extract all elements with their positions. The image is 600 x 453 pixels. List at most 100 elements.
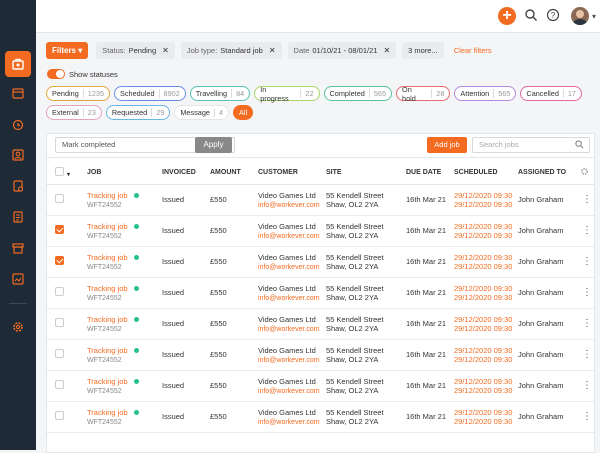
status-chip-on-hold[interactable]: On hold 28 — [396, 85, 451, 103]
more-vertical-icon[interactable]: ⋮ — [580, 370, 594, 402]
customer-email[interactable]: info@workever.com — [258, 295, 326, 302]
status-chip-in-progress[interactable]: In progress 22 — [254, 85, 320, 103]
chevron-down-icon[interactable]: ▾ — [67, 172, 70, 178]
filter-chip-date[interactable]: Date 01/10/21 - 08/01/21 ✕ — [287, 42, 397, 59]
row-checkbox[interactable] — [55, 287, 64, 296]
customer-email[interactable]: info@workever.com — [258, 388, 326, 395]
more-vertical-icon[interactable]: ⋮ — [580, 401, 594, 433]
filters-button[interactable]: Filters ▾ — [46, 42, 89, 59]
col-job[interactable]: JOB — [87, 161, 162, 185]
show-statuses-toggle[interactable] — [47, 69, 65, 79]
row-checkbox[interactable] — [55, 256, 64, 265]
close-icon[interactable]: ✕ — [269, 46, 276, 55]
alarm-icon[interactable] — [8, 114, 28, 134]
reports-icon[interactable] — [8, 269, 28, 289]
status-chip-completed[interactable]: Completed 565 — [323, 86, 393, 101]
home-icon[interactable] — [5, 51, 31, 77]
row-checkbox[interactable] — [55, 411, 64, 420]
customer-email[interactable]: info@workever.com — [258, 202, 326, 209]
more-filters-button[interactable]: 3 more... — [402, 42, 444, 59]
row-select-cell[interactable] — [47, 401, 87, 433]
gear-icon[interactable] — [580, 161, 594, 185]
status-chip-external[interactable]: External 23 — [46, 105, 102, 120]
table-row[interactable]: Tracking job WFT24552 Issued £550 Video Game… — [47, 277, 594, 309]
close-icon[interactable]: ✕ — [162, 46, 169, 55]
customer-email[interactable]: info@workever.com — [258, 264, 326, 271]
col-assigned-to[interactable]: ASSIGNED TO — [518, 161, 580, 185]
add-icon[interactable]: + — [498, 7, 516, 25]
col-amount[interactable]: AMOUNT — [210, 161, 258, 185]
row-select-cell[interactable] — [47, 370, 87, 402]
row-select-cell[interactable] — [47, 339, 87, 371]
search-icon[interactable] — [524, 8, 540, 24]
col-scheduled[interactable]: SCHEDULED — [454, 161, 518, 185]
status-chip-requested[interactable]: Requested 29 — [105, 105, 171, 120]
close-icon[interactable]: ✕ — [383, 46, 390, 55]
col-invoiced[interactable]: INVOICED — [162, 161, 210, 185]
select-all-checkbox[interactable] — [55, 166, 64, 176]
row-select-cell[interactable] — [47, 246, 87, 278]
row-select-cell[interactable] — [47, 308, 87, 340]
status-chip-travelling[interactable]: Travelling 84 — [189, 86, 251, 101]
row-select-cell[interactable] — [47, 215, 87, 247]
col-site[interactable]: SITE — [326, 161, 406, 185]
row-select-cell[interactable] — [47, 277, 87, 309]
status-chip-cancelled[interactable]: Cancelled 17 — [520, 86, 582, 101]
avatar[interactable] — [571, 7, 589, 25]
table-row[interactable]: Tracking job WFT24552 Issued £550 Video Game… — [47, 370, 594, 402]
job-link[interactable]: Tracking job — [87, 191, 128, 200]
table-row[interactable]: Tracking job WFT24552 Issued £550 Video Game… — [47, 215, 594, 247]
select-all-header[interactable]: ▾ — [47, 161, 87, 185]
customer-email[interactable]: info@workever.com — [258, 326, 326, 333]
table-row[interactable]: Tracking job WFT24552 Issued £550 Video Game… — [47, 184, 594, 216]
row-checkbox[interactable] — [55, 380, 64, 389]
row-checkbox[interactable] — [55, 194, 64, 203]
col-customer[interactable]: CUSTOMER — [258, 161, 326, 185]
job-link[interactable]: Tracking job — [87, 315, 128, 324]
more-vertical-icon[interactable]: ⋮ — [580, 215, 594, 247]
status-chip-all[interactable]: All — [233, 105, 254, 120]
table-row[interactable]: Tracking job WFT24552 Issued £550 Video Game… — [47, 308, 594, 340]
status-chip-attention[interactable]: Attention 565 — [454, 86, 517, 101]
col-due-date[interactable]: DUE DATE — [406, 161, 454, 185]
help-icon[interactable]: ? — [546, 8, 562, 24]
job-link[interactable]: Tracking job — [87, 222, 128, 231]
filter-chip-jobtype[interactable]: Job type: Standard job ✕ — [180, 42, 282, 59]
status-chip-message[interactable]: Message 4 — [174, 105, 229, 120]
apply-button[interactable]: Apply — [195, 137, 232, 153]
calendar-icon[interactable] — [8, 83, 28, 103]
table-row[interactable]: Tracking job WFT24552 Issued £550 Video Game… — [47, 246, 594, 278]
row-checkbox[interactable] — [55, 225, 64, 234]
table-row[interactable]: Tracking job WFT24552 Issued £550 Video Game… — [47, 401, 594, 433]
archive-icon[interactable] — [8, 238, 28, 258]
table-row[interactable]: Tracking job WFT24552 Issued £550 Video Game… — [47, 339, 594, 371]
invoice-icon[interactable] — [8, 176, 28, 196]
customer-email[interactable]: info@workever.com — [258, 419, 326, 426]
job-link[interactable]: Tracking job — [87, 284, 128, 293]
search-input[interactable]: Search jobs — [472, 137, 590, 153]
row-checkbox[interactable] — [55, 349, 64, 358]
more-vertical-icon[interactable]: ⋮ — [580, 246, 594, 278]
document-icon[interactable] — [8, 207, 28, 227]
chevron-down-icon[interactable]: ▾ — [592, 12, 596, 21]
job-link[interactable]: Tracking job — [87, 253, 128, 262]
status-chip-pending[interactable]: Pending 1235 — [46, 86, 111, 101]
row-checkbox[interactable] — [55, 318, 64, 327]
contacts-icon[interactable] — [8, 145, 28, 165]
more-vertical-icon[interactable]: ⋮ — [580, 277, 594, 309]
customer-email[interactable]: info@workever.com — [258, 233, 326, 240]
customer-email[interactable]: info@workever.com — [258, 357, 326, 364]
more-vertical-icon[interactable]: ⋮ — [580, 339, 594, 371]
row-select-cell[interactable] — [47, 184, 87, 216]
filter-chip-status[interactable]: Status: Pending ✕ — [96, 42, 175, 59]
job-link[interactable]: Tracking job — [87, 377, 128, 386]
status-chip-scheduled[interactable]: Scheduled 8902 — [114, 86, 186, 101]
job-link[interactable]: Tracking job — [87, 346, 128, 355]
clear-filters-link[interactable]: Clear filters — [454, 46, 492, 55]
job-link[interactable]: Tracking job — [87, 408, 128, 417]
settings-icon[interactable] — [8, 317, 28, 337]
more-vertical-icon[interactable]: ⋮ — [580, 184, 594, 216]
more-vertical-icon[interactable]: ⋮ — [580, 308, 594, 340]
customer-name: Video Games Ltd — [258, 190, 316, 200]
add-job-button[interactable]: Add job — [427, 137, 467, 153]
